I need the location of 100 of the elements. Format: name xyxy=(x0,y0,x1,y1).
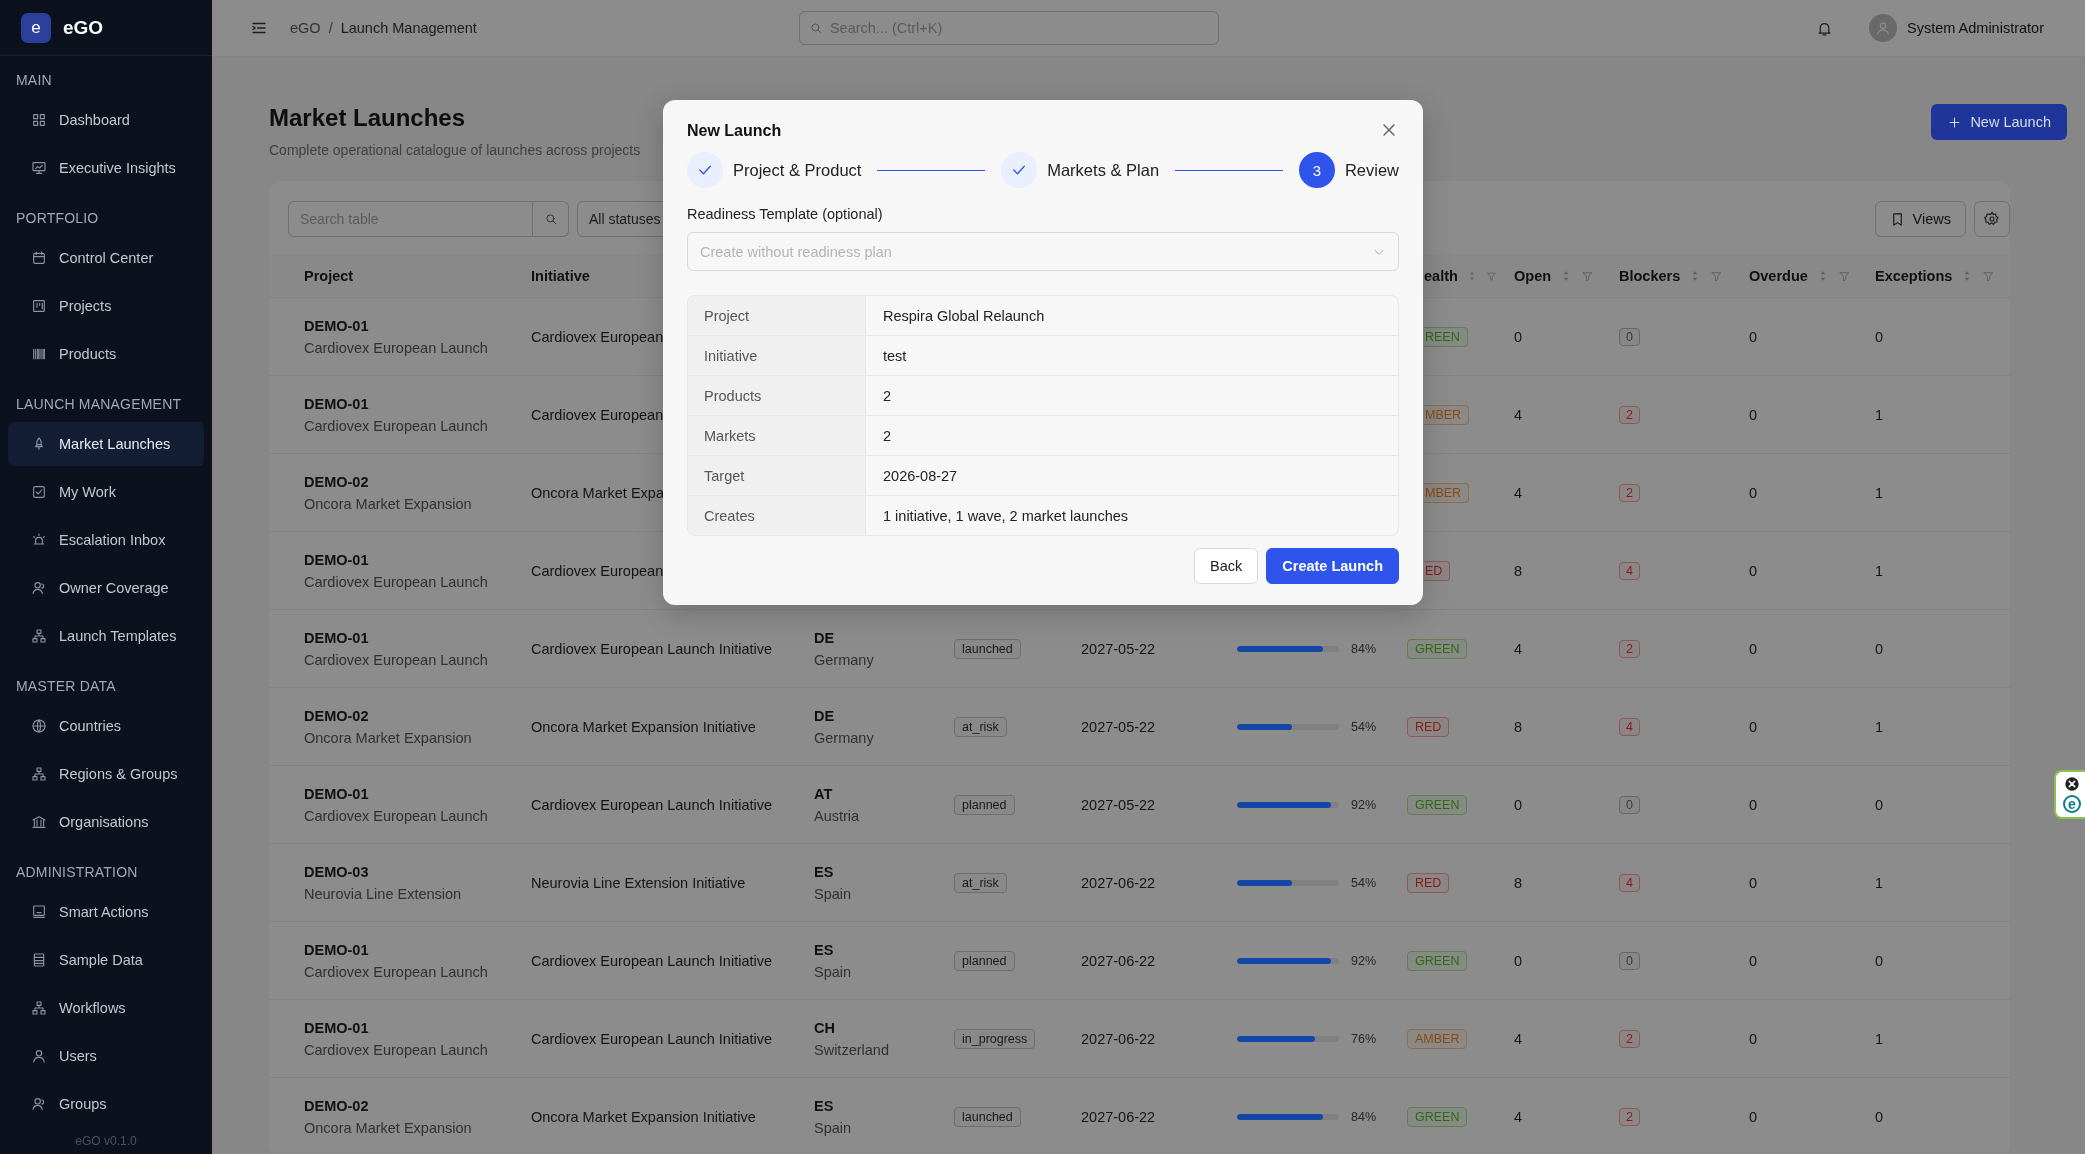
nav-item[interactable]: Regions & Groups xyxy=(8,752,204,796)
nav-item[interactable]: Dashboard xyxy=(8,98,204,142)
close-icon xyxy=(2064,776,2080,792)
project-name: Neurovia Line Extension xyxy=(304,885,463,902)
list-icon xyxy=(31,952,47,968)
progress-percent: 84% xyxy=(1351,1109,1377,1124)
nav-item[interactable]: Sample Data xyxy=(8,938,204,982)
market-code: CH xyxy=(814,1019,836,1036)
nav-item[interactable]: My Work xyxy=(8,470,204,514)
blocker-count: 2 xyxy=(1619,405,1640,424)
extension-widget[interactable]: e xyxy=(2054,770,2085,819)
breadcrumb-current: Launch Management xyxy=(340,20,477,36)
blocker-count: 0 xyxy=(1619,795,1640,814)
page-subtitle: Complete operational catalogue of launches across projects xyxy=(269,142,641,158)
summary-value: test xyxy=(883,347,907,364)
table-cell-text: 8 xyxy=(1514,562,1524,579)
initiative-name: Cardiovex European xyxy=(531,562,665,579)
nav-item[interactable]: Executive Insights xyxy=(8,146,204,190)
project-code: DEMO-01 xyxy=(304,941,370,958)
project-code: DEMO-01 xyxy=(304,317,370,334)
project-code: DEMO-01 xyxy=(304,1019,370,1036)
app-name: eGO xyxy=(63,16,104,39)
status-badge: planned xyxy=(954,794,1015,815)
page-title: Market Launches xyxy=(269,104,467,132)
new-launch-button[interactable]: New Launch xyxy=(1931,104,2067,140)
alarm-icon xyxy=(31,532,47,548)
step-number: 3 xyxy=(1298,152,1335,188)
table-cell-text: 0 xyxy=(1514,952,1524,969)
nav-item[interactable]: Projects xyxy=(8,284,204,328)
nav-item[interactable]: Escalation Inbox xyxy=(8,518,204,562)
blocker-count: 2 xyxy=(1619,1029,1640,1048)
health-badge: AMBER xyxy=(1407,1028,1468,1049)
health-badge: REEN xyxy=(1424,326,1468,347)
hierarchy-icon xyxy=(31,1000,47,1016)
nav-item[interactable]: Owner Coverage xyxy=(8,566,204,610)
table-cell-text: 0 xyxy=(1749,1030,1759,1047)
summary-value: 2026-08-27 xyxy=(883,467,958,484)
table-cell-text: 0 xyxy=(1749,406,1759,423)
filter-icon xyxy=(1581,269,1595,283)
summary-label: Markets xyxy=(704,427,756,444)
nav-item[interactable]: Workflows xyxy=(8,986,204,1030)
filter-icon xyxy=(1982,269,1996,283)
extension-logo[interactable]: e xyxy=(2063,795,2081,813)
nav-item[interactable]: Smart Actions xyxy=(8,890,204,934)
summary-value: 1 initiative, 1 wave, 2 market launches xyxy=(883,507,1128,524)
status-badge: launched xyxy=(954,1106,1021,1127)
table-cell-text: 1 xyxy=(1875,718,1885,735)
settings-button[interactable] xyxy=(1974,201,2010,237)
target-date: 2027-05-22 xyxy=(1081,796,1157,813)
breadcrumb-separator: / xyxy=(328,20,333,36)
initiative-name: Oncora Market Expansion Initiative xyxy=(531,1108,757,1125)
target-date: 2027-05-22 xyxy=(1081,640,1157,657)
column-header: Project xyxy=(304,268,354,284)
health-badge: RED xyxy=(1407,716,1450,737)
blocker-count: 0 xyxy=(1619,951,1640,970)
nav-section-title: MASTER DATA xyxy=(15,677,117,696)
nav-item[interactable]: Launch Templates xyxy=(8,614,204,658)
table-cell-text: 4 xyxy=(1514,1108,1524,1125)
market-name: Spain xyxy=(814,963,853,980)
nav-item[interactable]: Organisations xyxy=(8,800,204,844)
calendar-icon xyxy=(31,250,47,266)
table-cell-text: 1 xyxy=(1875,562,1885,579)
nav-item[interactable]: Users xyxy=(8,1034,204,1078)
nav-item[interactable]: Countries xyxy=(8,704,204,748)
health-badge: GREEN xyxy=(1407,1106,1468,1127)
nav-item[interactable]: Products xyxy=(8,332,204,376)
target-date: 2027-06-22 xyxy=(1081,874,1157,891)
target-date: 2027-06-22 xyxy=(1081,1030,1157,1047)
summary-value: 2 xyxy=(883,427,892,444)
blocker-count: 2 xyxy=(1619,483,1640,502)
project-code: DEMO-01 xyxy=(304,629,370,646)
views-button[interactable]: Views xyxy=(1874,201,1966,237)
barcode-icon xyxy=(31,346,47,362)
market-name: Austria xyxy=(814,807,861,824)
nav-item[interactable]: Market Launches xyxy=(8,422,204,466)
summary-label: Project xyxy=(704,307,750,324)
nav-section-title: PORTFOLIO xyxy=(15,209,100,228)
filter-icon xyxy=(1710,269,1724,283)
breadcrumb-link[interactable]: eGO xyxy=(290,20,321,36)
back-button[interactable]: Back xyxy=(1194,548,1259,584)
summary-label: Initiative xyxy=(704,347,758,364)
market-code: ES xyxy=(814,941,835,958)
nav-item[interactable]: Groups xyxy=(8,1082,204,1126)
progress-percent: 92% xyxy=(1351,797,1377,812)
project-name: Cardiovex European Launch xyxy=(304,651,489,668)
status-badge: planned xyxy=(954,950,1015,971)
project-name: Cardiovex European Launch xyxy=(304,807,489,824)
column-header: Open xyxy=(1514,268,1552,284)
project-name: Oncora Market Expansion xyxy=(304,1119,473,1136)
table-cell-text: 0 xyxy=(1514,796,1524,813)
table-cell-text: 0 xyxy=(1749,718,1759,735)
market-name: Germany xyxy=(814,651,875,668)
table-cell-text: 1 xyxy=(1875,1030,1885,1047)
initiative-name: Cardiovex European Launch Initiative xyxy=(531,952,773,969)
column-header: ealth xyxy=(1424,268,1458,284)
user-icon xyxy=(31,1048,47,1064)
nav-item[interactable]: Control Center xyxy=(8,236,204,280)
create-button[interactable]: Create Launch xyxy=(1266,548,1399,584)
target-date: 2027-06-22 xyxy=(1081,1108,1157,1125)
table-cell-text: 0 xyxy=(1875,1108,1885,1125)
